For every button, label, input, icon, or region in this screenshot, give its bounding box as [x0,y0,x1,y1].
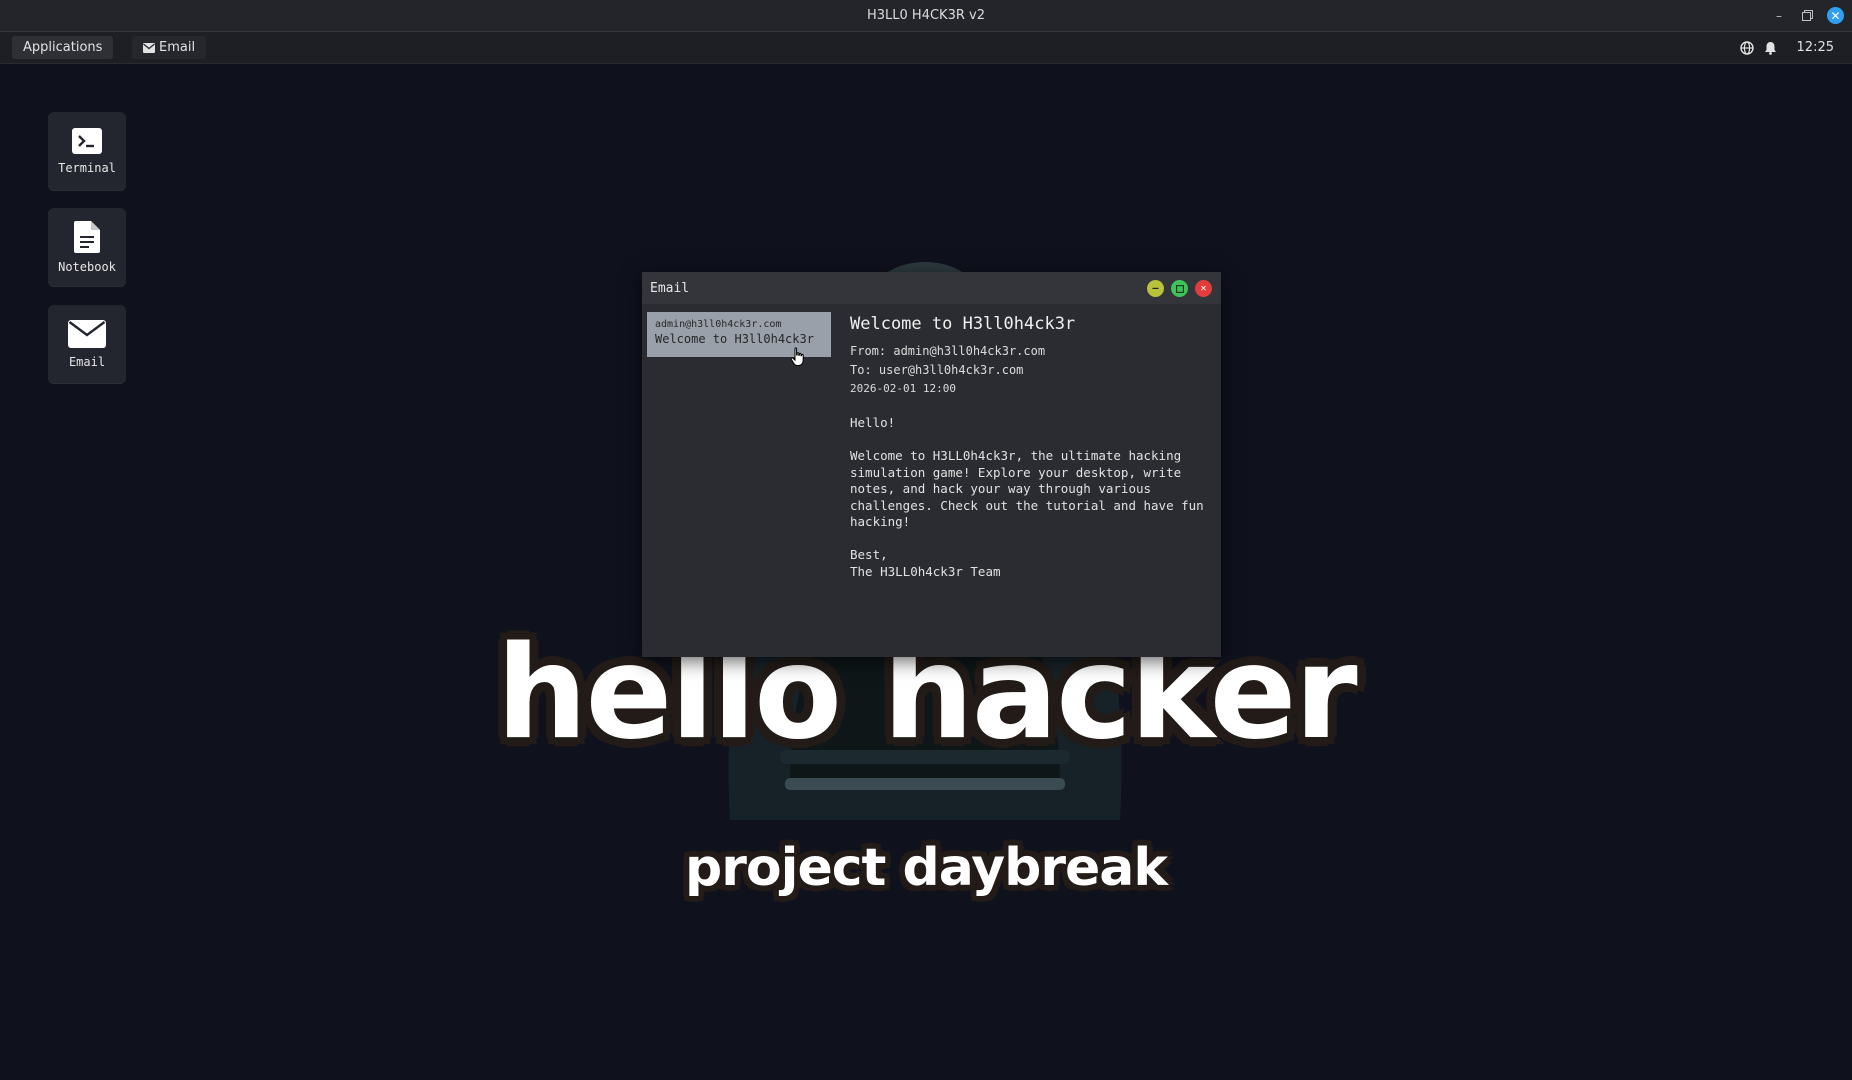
message-from: From: admin@h3ll0h4ck3r.com [850,344,1046,358]
message-reader: Welcome to H3ll0h4ck3r From: admin@h3ll0… [850,314,1210,580]
message-body: Hello! Welcome to H3LL0h4ck3r, the ultim… [850,415,1204,579]
email-window-controls: – ✕ [1147,280,1212,297]
email-window-title: Email [650,280,690,296]
os-titlebar: H3LL0 H4CK3R v2 – ✕ [0,0,1852,32]
window-controls: – ✕ [1771,0,1844,31]
envelope-icon [68,319,106,348]
desktop-icon-email[interactable]: Email [48,305,126,383]
system-tray: 12:25 [1739,32,1834,63]
os-title: H3LL0 H4CK3R v2 [867,8,985,23]
minimize-button[interactable]: – [1771,8,1787,24]
clock: 12:25 [1796,40,1834,55]
hand-cursor-icon [790,347,804,366]
email-window-titlebar[interactable]: Email – ✕ [642,272,1221,304]
message-to: To: user@h3ll0h4ck3r.com [850,363,1024,377]
globe-icon[interactable] [1739,40,1754,55]
restore-icon [1801,10,1813,21]
notebook-icon [74,220,100,253]
email-minimize-button[interactable]: – [1147,280,1164,297]
desktop-icon-label: Terminal [58,160,116,175]
wallpaper-subheadline: project daybreak [685,838,1168,898]
taskbar-email-label: Email [159,40,196,55]
close-button[interactable]: ✕ [1827,7,1844,24]
desktop-icon-label: Email [68,354,106,369]
bell-icon[interactable] [1764,41,1777,55]
email-close-button[interactable]: ✕ [1195,280,1212,297]
terminal-icon [72,127,102,154]
desktop-icon-terminal[interactable]: Terminal [48,112,126,190]
message-subject: Welcome to H3ll0h4ck3r [850,314,1076,334]
restore-button[interactable] [1799,8,1815,24]
envelope-icon [143,42,155,53]
taskbar: Applications Email 12:25 [0,32,1852,64]
desktop-icon-label: Notebook [58,259,116,274]
email-window: Email – ✕ admin@h3ll0h4ck3r.com Welcome … [642,272,1221,657]
maximize-icon [1175,284,1184,293]
inbox-item-subject: Welcome to H3ll0h4ck3r [655,332,814,346]
inbox-item-from: admin@h3ll0h4ck3r.com [655,319,782,330]
applications-menu-button[interactable]: Applications [12,36,114,59]
message-date: 2026-02-01 12:00 [850,382,956,395]
taskbar-email-button[interactable]: Email [132,36,207,59]
desktop-icon-notebook[interactable]: Notebook [48,208,126,286]
email-maximize-button[interactable] [1171,280,1188,297]
